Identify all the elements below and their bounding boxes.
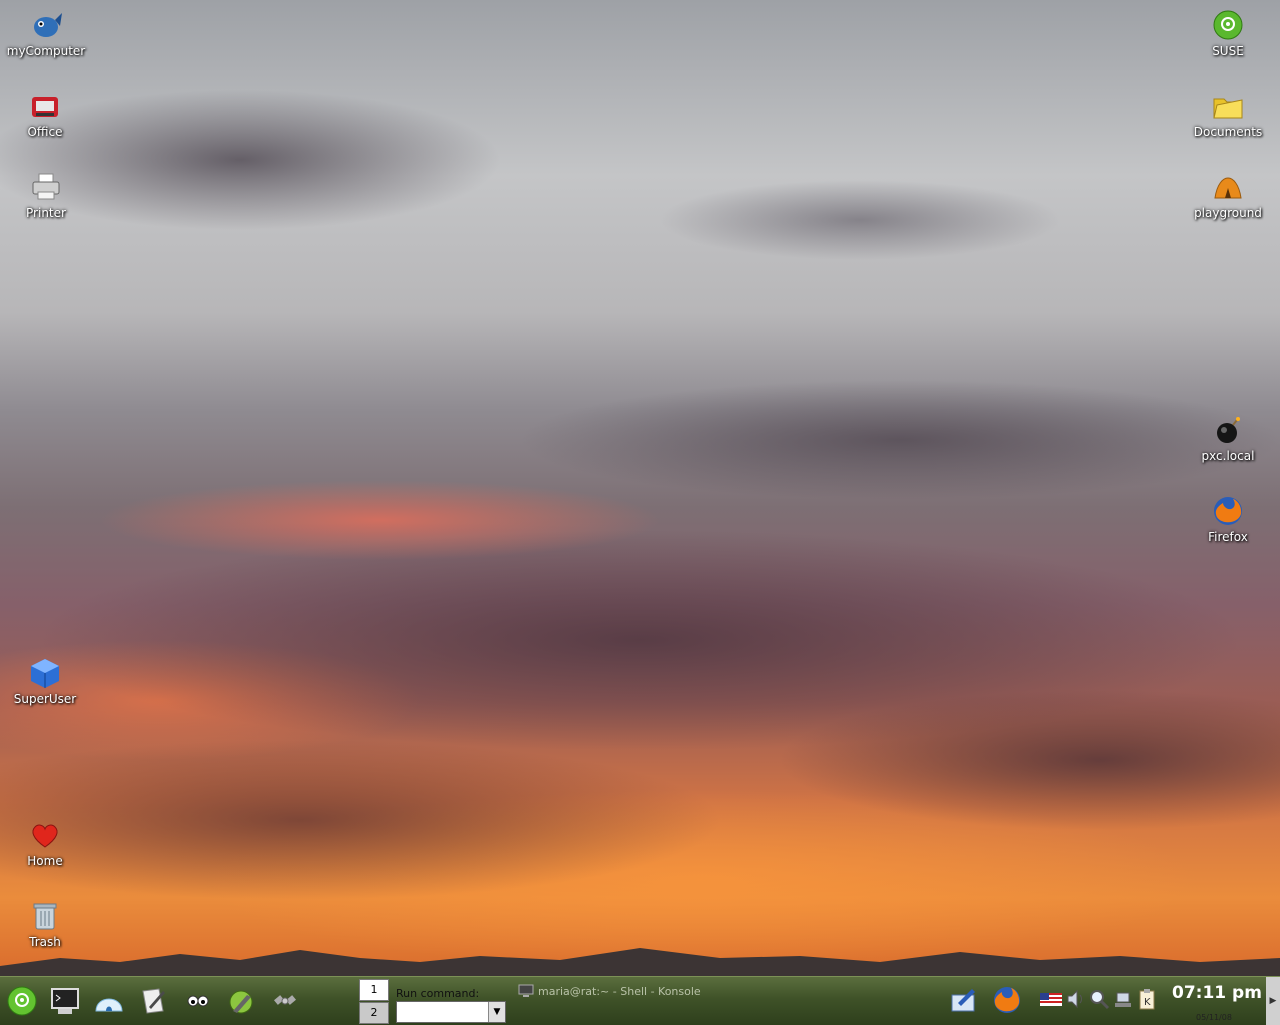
desktop-background: myComputer Office Printer SuperUser Home… [0,0,1280,976]
desktop-icon-label: Printer [26,206,66,220]
heart-icon [28,818,62,852]
mountain-silhouette [0,948,1280,976]
tray-network[interactable] [1111,987,1135,1011]
clock-time[interactable]: 07:11 pm [1172,983,1262,1003]
cube-icon [28,656,62,690]
desktop-1-button[interactable]: 1 [359,979,389,1001]
terminal-launcher[interactable] [47,983,83,1019]
igloo-icon [95,998,123,1012]
desktop-2-button[interactable]: 2 [359,1002,389,1024]
eyes-icon [187,995,209,1007]
network-icon [1115,992,1131,1007]
suse-icon [1211,8,1245,42]
search-icon [1090,990,1110,1010]
desktop-icon-suse[interactable]: SUSE [1180,8,1276,58]
run-command-input[interactable]: ▼ [396,1001,506,1023]
tray-clipboard[interactable] [948,985,978,1015]
desktop-icon-label: Office [27,125,63,139]
speaker-icon [1067,989,1082,1009]
tent-icon [1211,170,1245,204]
klipper-icon: K [1139,989,1155,1010]
desktop-icon-label: myComputer [6,44,86,58]
network-launcher[interactable] [267,983,303,1019]
fish-icon [29,8,63,42]
desktop-icon-pxc[interactable]: pxc.local [1180,413,1276,463]
clipboard-edit-icon [951,989,975,1012]
desktop-icon-label: SuperUser [13,692,77,706]
desktop-icon-label: Firefox [1208,530,1248,544]
igloo-launcher[interactable] [91,983,127,1019]
desktop-pager: 1 2 [359,979,389,1024]
task-title: maria@rat:~ - Shell - Konsole [538,984,701,998]
us-flag-icon [1040,993,1062,1006]
suse-menu-button[interactable] [4,983,40,1019]
desktop-icon-home[interactable]: Home [0,818,93,868]
suse-menu-icon [7,986,37,1016]
terminal-icon [51,988,79,1014]
desktop-icon-label: Home [27,854,63,868]
wrench-globe-icon [229,990,253,1014]
taskbar: 1 2 Run command: ▼ maria@rat:~ - Shell -… [0,976,1280,1025]
clock-date: 05/11/08 [1196,1013,1232,1022]
yast-launcher[interactable] [223,983,259,1019]
desktop-icon-office[interactable]: Office [0,89,93,139]
desktop-icon-label: Trash [29,935,61,949]
trash-icon [28,899,62,933]
writer-icon [142,988,165,1014]
taskbar-task-konsole[interactable]: maria@rat:~ - Shell - Konsole [518,981,701,1001]
printer-icon [29,170,63,204]
run-command-label: Run command: [396,987,480,1000]
desktop-icon-superuser[interactable]: SuperUser [0,656,93,706]
bomb-icon [1211,413,1245,447]
folder-icon [1211,89,1245,123]
writer-launcher[interactable] [135,983,171,1019]
desktop-icon-firefox[interactable]: Firefox [1180,494,1276,544]
firefox-icon [994,987,1020,1013]
chevron-down-icon[interactable]: ▼ [488,1002,505,1022]
tray-search[interactable] [1087,987,1111,1011]
desktop-icon-documents[interactable]: Documents [1180,89,1276,139]
typewriter-icon [28,89,62,123]
desktop-icon-printer[interactable]: Printer [0,170,94,220]
desktop-icon-trash[interactable]: Trash [0,899,93,949]
eyes-launcher[interactable] [180,983,216,1019]
desktop-icon-label: Documents [1193,125,1263,139]
tray-keyboard-layout[interactable] [1039,987,1063,1011]
panel-hide-button[interactable]: ▶ [1266,977,1280,1025]
desktop-icon-label: SUSE [1212,44,1244,58]
desktop-icon-label: playground [1194,206,1262,220]
desktop-icon-mycomputer[interactable]: myComputer [0,8,94,58]
tray-firefox[interactable] [992,985,1022,1015]
tray-volume[interactable] [1063,987,1087,1011]
tray-klipper[interactable]: K [1135,987,1159,1011]
firefox-icon [1211,494,1245,528]
desktop-icon-playground[interactable]: playground [1180,170,1276,220]
satellite-icon [274,995,296,1005]
desktop-icon-label: pxc.local [1201,449,1255,463]
monitor-icon [518,984,534,997]
svg-text:K: K [1144,997,1151,1008]
chevron-right-icon: ▶ [1269,996,1277,1006]
